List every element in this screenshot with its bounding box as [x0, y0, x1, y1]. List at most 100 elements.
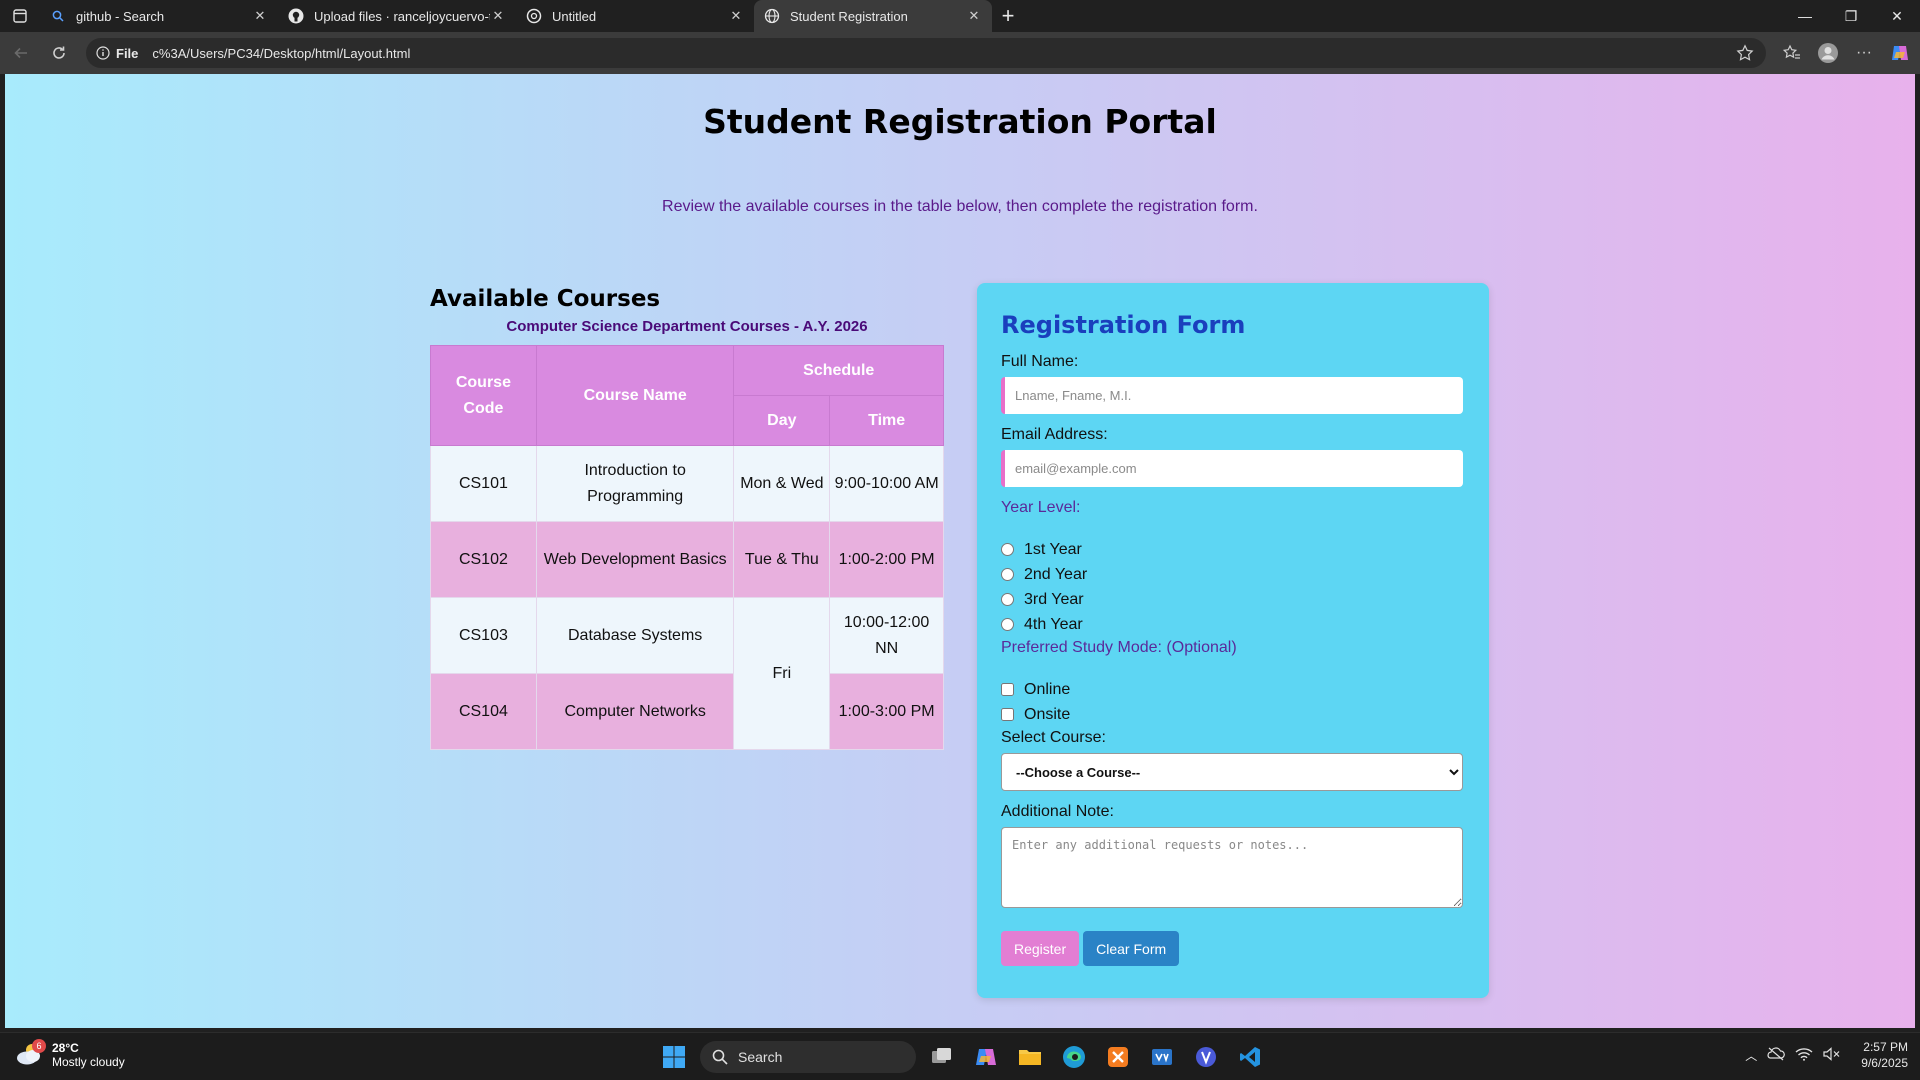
course-time-cell: 1:00-2:00 PM — [829, 521, 944, 598]
clear-form-button[interactable]: Clear Form — [1083, 931, 1180, 966]
tab-upload-files[interactable]: Upload files · ranceljoycuervo-tec ✕ — [278, 0, 516, 32]
form-buttons: Register Clear Form — [1001, 931, 1465, 966]
register-button[interactable]: Register — [1001, 931, 1080, 966]
search-icon — [50, 8, 66, 24]
year-option-label: 3rd Year — [1024, 590, 1084, 608]
new-tab-button[interactable]: + — [992, 0, 1024, 32]
visual-studio-installer-icon[interactable] — [1144, 1039, 1180, 1075]
course-time-cell: 1:00-3:00 PM — [829, 673, 944, 750]
browser-tab-strip: github - Search ✕ Upload files · rancelj… — [0, 0, 1920, 32]
tab-github-search[interactable]: github - Search ✕ — [40, 0, 278, 32]
close-tab-icon[interactable]: ✕ — [252, 8, 268, 24]
col-header-schedule: Schedule — [733, 345, 944, 396]
course-code-cell: CS101 — [430, 445, 537, 522]
taskbar-search[interactable]: Search — [700, 1041, 916, 1073]
more-menu-icon[interactable]: ··· — [1846, 37, 1882, 69]
vscode-icon[interactable] — [1232, 1039, 1268, 1075]
close-window-icon[interactable]: ✕ — [1874, 0, 1920, 32]
search-icon — [712, 1049, 728, 1065]
course-day-cell: Tue & Thu — [733, 521, 831, 598]
year-level-label: Year Level: — [1001, 499, 1081, 516]
onedrive-offline-icon[interactable] — [1767, 1046, 1786, 1064]
mode-option-label: Online — [1024, 680, 1071, 698]
vivaldi-style-app-icon[interactable] — [1188, 1039, 1224, 1075]
year-option-label: 2nd Year — [1024, 565, 1088, 583]
courses-table: Computer Science Department Courses - A.… — [430, 318, 944, 750]
edge-browser-icon[interactable] — [1056, 1039, 1092, 1075]
additional-note-textarea[interactable] — [1001, 827, 1463, 908]
system-tray: ︿ 2:57 PM 9/6/2025 — [1745, 1039, 1908, 1071]
wifi-icon[interactable] — [1795, 1047, 1813, 1064]
full-name-input[interactable] — [1001, 377, 1463, 414]
mode-option-online[interactable]: Online — [1001, 677, 1465, 702]
tab-student-registration[interactable]: Student Registration ✕ — [754, 0, 992, 32]
xampp-icon[interactable] — [1100, 1039, 1136, 1075]
reload-icon[interactable] — [42, 36, 76, 70]
weather-widget[interactable]: 6 28°C Mostly cloudy — [14, 1039, 125, 1069]
minimize-icon[interactable]: — — [1782, 0, 1828, 32]
form-heading: Registration Form — [1001, 311, 1246, 339]
year-option-4th[interactable]: 4th Year — [1001, 612, 1465, 637]
year-option-label: 4th Year — [1024, 615, 1083, 633]
year-option-3rd[interactable]: 3rd Year — [1001, 587, 1465, 612]
year-option-1st[interactable]: 1st Year — [1001, 537, 1465, 562]
mode-option-onsite[interactable]: Onsite — [1001, 702, 1465, 727]
course-name-cell: Web Development Basics — [535, 521, 735, 598]
windows-start-icon[interactable] — [656, 1039, 692, 1075]
tab-title: Untitled — [552, 8, 597, 24]
mode-checkbox-online[interactable] — [1001, 683, 1014, 696]
course-name-cell: Database Systems — [535, 597, 735, 674]
weather-temp: 28°C — [52, 1041, 79, 1055]
email-label: Email Address: — [1001, 426, 1108, 443]
email-input[interactable] — [1001, 450, 1463, 487]
tab-untitled[interactable]: Untitled ✕ — [516, 0, 754, 32]
clock-date: 9/6/2025 — [1861, 1056, 1908, 1070]
course-select[interactable]: --Choose a Course-- — [1001, 753, 1463, 791]
close-tab-icon[interactable]: ✕ — [728, 8, 744, 24]
copilot-app-icon[interactable] — [968, 1039, 1004, 1075]
profile-avatar-icon[interactable] — [1810, 37, 1846, 69]
additional-note-label: Additional Note: — [1001, 803, 1114, 820]
table-header-row: Course Code Course Name Schedule — [430, 345, 944, 446]
table-row: CS102 Web Development Basics Tue & Thu 1… — [430, 521, 944, 598]
task-view-icon[interactable] — [924, 1039, 960, 1075]
favorite-star-icon[interactable] — [1736, 44, 1754, 65]
tab-title: Upload files · ranceljoycuervo-tec — [314, 8, 490, 24]
tab-title: github - Search — [76, 8, 165, 24]
year-option-2nd[interactable]: 2nd Year — [1001, 562, 1465, 587]
year-option-label: 1st Year — [1024, 540, 1082, 558]
windows-taskbar: 6 28°C Mostly cloudy Search ︿ 2:57 PM 9/… — [0, 1032, 1920, 1080]
url-text[interactable]: c%3A/Users/PC34/Desktop/html/Layout.html — [152, 46, 410, 61]
chevron-up-icon[interactable]: ︿ — [1745, 1047, 1757, 1064]
mode-option-label: Onsite — [1024, 705, 1071, 723]
course-time-cell: 9:00-10:00 AM — [829, 445, 944, 522]
weather-badge: 6 — [32, 1039, 46, 1053]
close-tab-icon[interactable]: ✕ — [490, 8, 506, 24]
table-row: CS101 Introduction to Programming Mon & … — [430, 445, 944, 522]
address-bar[interactable]: File c%3A/Users/PC34/Desktop/html/Layout… — [86, 38, 1766, 68]
courses-caption: Computer Science Department Courses - A.… — [506, 318, 868, 335]
year-radio-3rd[interactable] — [1001, 593, 1014, 606]
file-explorer-icon[interactable] — [1012, 1039, 1048, 1075]
taskbar-clock[interactable]: 2:57 PM 9/6/2025 — [1861, 1039, 1908, 1071]
favorites-icon[interactable] — [1774, 37, 1810, 69]
copilot-icon[interactable] — [1882, 37, 1918, 69]
study-mode-label: Preferred Study Mode: (Optional) — [1001, 639, 1237, 656]
taskbar-search-label: Search — [738, 1049, 783, 1065]
col-header-time: Time — [829, 395, 944, 446]
back-arrow-icon[interactable] — [4, 36, 38, 70]
close-tab-icon[interactable]: ✕ — [966, 8, 982, 24]
toolbar-right: ··· — [1774, 37, 1918, 69]
github-icon — [288, 8, 304, 24]
volume-muted-icon[interactable] — [1823, 1046, 1841, 1064]
year-radio-4th[interactable] — [1001, 618, 1014, 631]
tab-actions-icon[interactable] — [0, 0, 40, 32]
clock-time: 2:57 PM — [1863, 1040, 1908, 1054]
courses-heading: Available Courses — [430, 286, 661, 312]
info-icon[interactable] — [94, 44, 112, 62]
year-radio-1st[interactable] — [1001, 543, 1014, 556]
mode-checkbox-onsite[interactable] — [1001, 708, 1014, 721]
restore-icon[interactable]: ❐ — [1828, 0, 1874, 32]
page-subtitle: Review the available courses in the tabl… — [662, 198, 1258, 215]
year-radio-2nd[interactable] — [1001, 568, 1014, 581]
